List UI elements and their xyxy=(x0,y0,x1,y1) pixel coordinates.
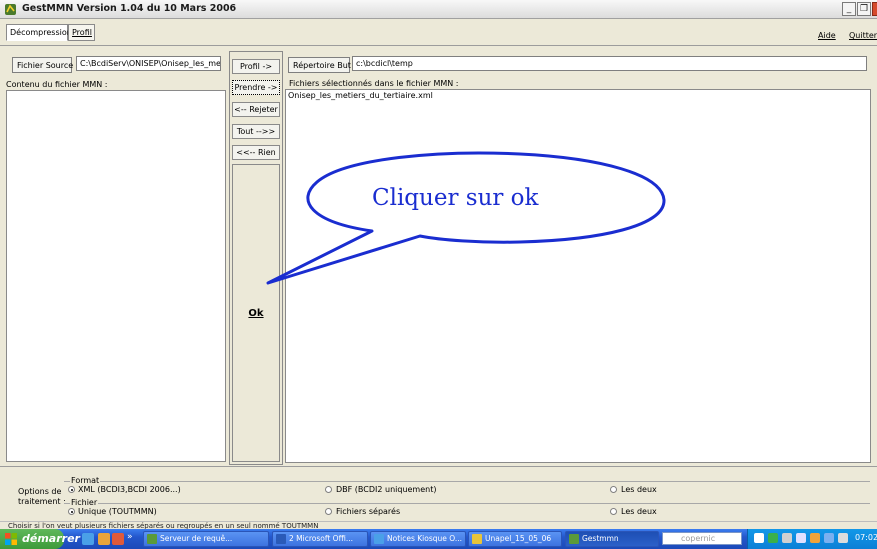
prendre-button[interactable]: Prendre -> xyxy=(232,80,280,95)
taskbar-item[interactable]: 2 Microsoft Offi... xyxy=(272,531,368,547)
taskbar-item[interactable]: Notices Kiosque O... xyxy=(370,531,466,547)
title-bar: GestMMN Version 1.04 du 10 Mars 2006 _ ❐ xyxy=(0,0,877,19)
source-path-field[interactable]: C:\BcdiServ\ONISEP\Onisep_les_metiers xyxy=(76,56,221,71)
app-icon xyxy=(5,4,16,15)
shield-icon[interactable] xyxy=(810,533,820,543)
tab-bar: Décompression Profil Aide Quitter xyxy=(0,19,877,46)
network-icon[interactable] xyxy=(768,533,778,543)
radio-label: XML (BCDI3,BCDI 2006...) xyxy=(78,485,181,494)
ie-icon[interactable] xyxy=(82,533,94,545)
prendre-button-label: Prendre -> xyxy=(234,83,278,92)
start-label: démarrer xyxy=(22,532,80,545)
taskbar-item[interactable]: Serveur de requê... xyxy=(143,531,269,547)
sync-icon[interactable] xyxy=(782,533,792,543)
task-label: 2 Microsoft Offi... xyxy=(289,534,353,543)
profil-button-label: Profil -> xyxy=(239,62,273,71)
transfer-buttons-column: Profil -> Prendre -> <-- Rejeter Tout --… xyxy=(229,51,283,465)
ie-icon xyxy=(374,534,384,544)
tab-profil[interactable]: Profil xyxy=(68,24,95,41)
content-label: Contenu du fichier MMN : xyxy=(6,80,108,89)
profil-button[interactable]: Profil -> xyxy=(232,59,280,74)
task-label: Notices Kiosque O... xyxy=(387,534,463,543)
app-icon xyxy=(147,534,157,544)
folder-icon xyxy=(472,534,482,544)
copernic-search-box[interactable]: copernic xyxy=(662,532,742,545)
radio-label: Fichiers séparés xyxy=(336,507,401,516)
selected-files-list[interactable]: Onisep_les_metiers_du_tertiaire.xml xyxy=(285,89,871,463)
aide-link[interactable]: Aide xyxy=(818,31,836,40)
rejeter-button[interactable]: <-- Rejeter xyxy=(232,102,280,117)
windows-taskbar: démarrer » Serveur de requê... 2 Microso… xyxy=(0,529,877,549)
quitter-link[interactable]: Quitter xyxy=(849,31,877,40)
task-label: Unapel_15_05_06 xyxy=(485,534,552,543)
maximize-button[interactable]: ❐ xyxy=(857,2,871,16)
word-icon xyxy=(276,534,286,544)
options-panel: Options de traitement : Format XML (BCDI… xyxy=(0,466,877,521)
radio-label: Unique (TOUTMMN) xyxy=(78,507,157,516)
radio-format-les-deux[interactable] xyxy=(610,486,617,493)
ok-button-label: Ok xyxy=(248,308,264,319)
taskbar-item[interactable]: Unapel_15_05_06 xyxy=(468,531,562,547)
options-label-line1: Options de xyxy=(18,487,62,496)
status-bar: Choisir si l'on veut plusieurs fichiers … xyxy=(0,521,877,529)
dropdown-icon[interactable] xyxy=(754,533,764,543)
fichier-source-button[interactable]: Fichier Source xyxy=(12,57,73,73)
minimize-button[interactable]: _ xyxy=(842,2,856,16)
radio-format-dbf[interactable] xyxy=(325,486,332,493)
callout-text: Cliquer sur ok xyxy=(372,185,539,211)
explorer-icon[interactable] xyxy=(98,533,110,545)
radio-fichier-unique[interactable] xyxy=(68,508,75,515)
tout-button-label: Tout -->> xyxy=(236,127,276,136)
rien-button[interactable]: <<-- Rien xyxy=(232,145,280,160)
window-title: GestMMN Version 1.04 du 10 Mars 2006 xyxy=(22,3,237,14)
format-group-title: Format xyxy=(70,476,101,485)
rien-button-label: <<-- Rien xyxy=(236,148,276,157)
outlook-icon[interactable] xyxy=(112,533,124,545)
selected-files-label: Fichiers sélectionnés dans le fichier MM… xyxy=(289,79,459,88)
windows-flag-icon xyxy=(5,533,17,545)
app-icon xyxy=(569,534,579,544)
radio-label: Les deux xyxy=(621,507,657,516)
ok-button[interactable]: Ok xyxy=(232,164,280,462)
radio-fichier-les-deux[interactable] xyxy=(610,508,617,515)
destination-path-field[interactable]: c:\bcdicl\temp xyxy=(352,56,867,71)
taskbar-item[interactable]: Gestmmn xyxy=(565,531,659,547)
close-button[interactable] xyxy=(872,2,877,16)
radio-format-xml[interactable] xyxy=(68,486,75,493)
volume-icon[interactable] xyxy=(796,533,806,543)
monitor-icon[interactable] xyxy=(824,533,834,543)
fichier-group-title: Fichier xyxy=(70,498,99,507)
printer-icon[interactable] xyxy=(838,533,848,543)
start-button[interactable]: démarrer xyxy=(0,529,80,549)
clock: 07:02 xyxy=(855,533,877,542)
format-group-line xyxy=(64,481,870,482)
tout-button[interactable]: Tout -->> xyxy=(232,124,280,139)
app-window: GestMMN Version 1.04 du 10 Mars 2006 _ ❐… xyxy=(0,0,877,549)
tab-decompression[interactable]: Décompression xyxy=(6,24,72,41)
radio-fichier-separes[interactable] xyxy=(325,508,332,515)
rejeter-button-label: <-- Rejeter xyxy=(234,105,278,114)
more-chevron-icon[interactable]: » xyxy=(127,532,133,542)
task-label: Serveur de requê... xyxy=(160,534,233,543)
radio-label: DBF (BCDI2 uniquement) xyxy=(336,485,437,494)
fichier-group-line xyxy=(64,503,870,504)
options-label-line2: traitement : xyxy=(18,497,66,506)
repertoire-but-button[interactable]: Répertoire But xyxy=(288,57,351,73)
divider xyxy=(0,45,877,46)
mmn-content-list[interactable] xyxy=(6,90,226,462)
task-label: Gestmmn xyxy=(582,534,619,543)
list-item[interactable]: Onisep_les_metiers_du_tertiaire.xml xyxy=(286,90,870,101)
radio-label: Les deux xyxy=(621,485,657,494)
